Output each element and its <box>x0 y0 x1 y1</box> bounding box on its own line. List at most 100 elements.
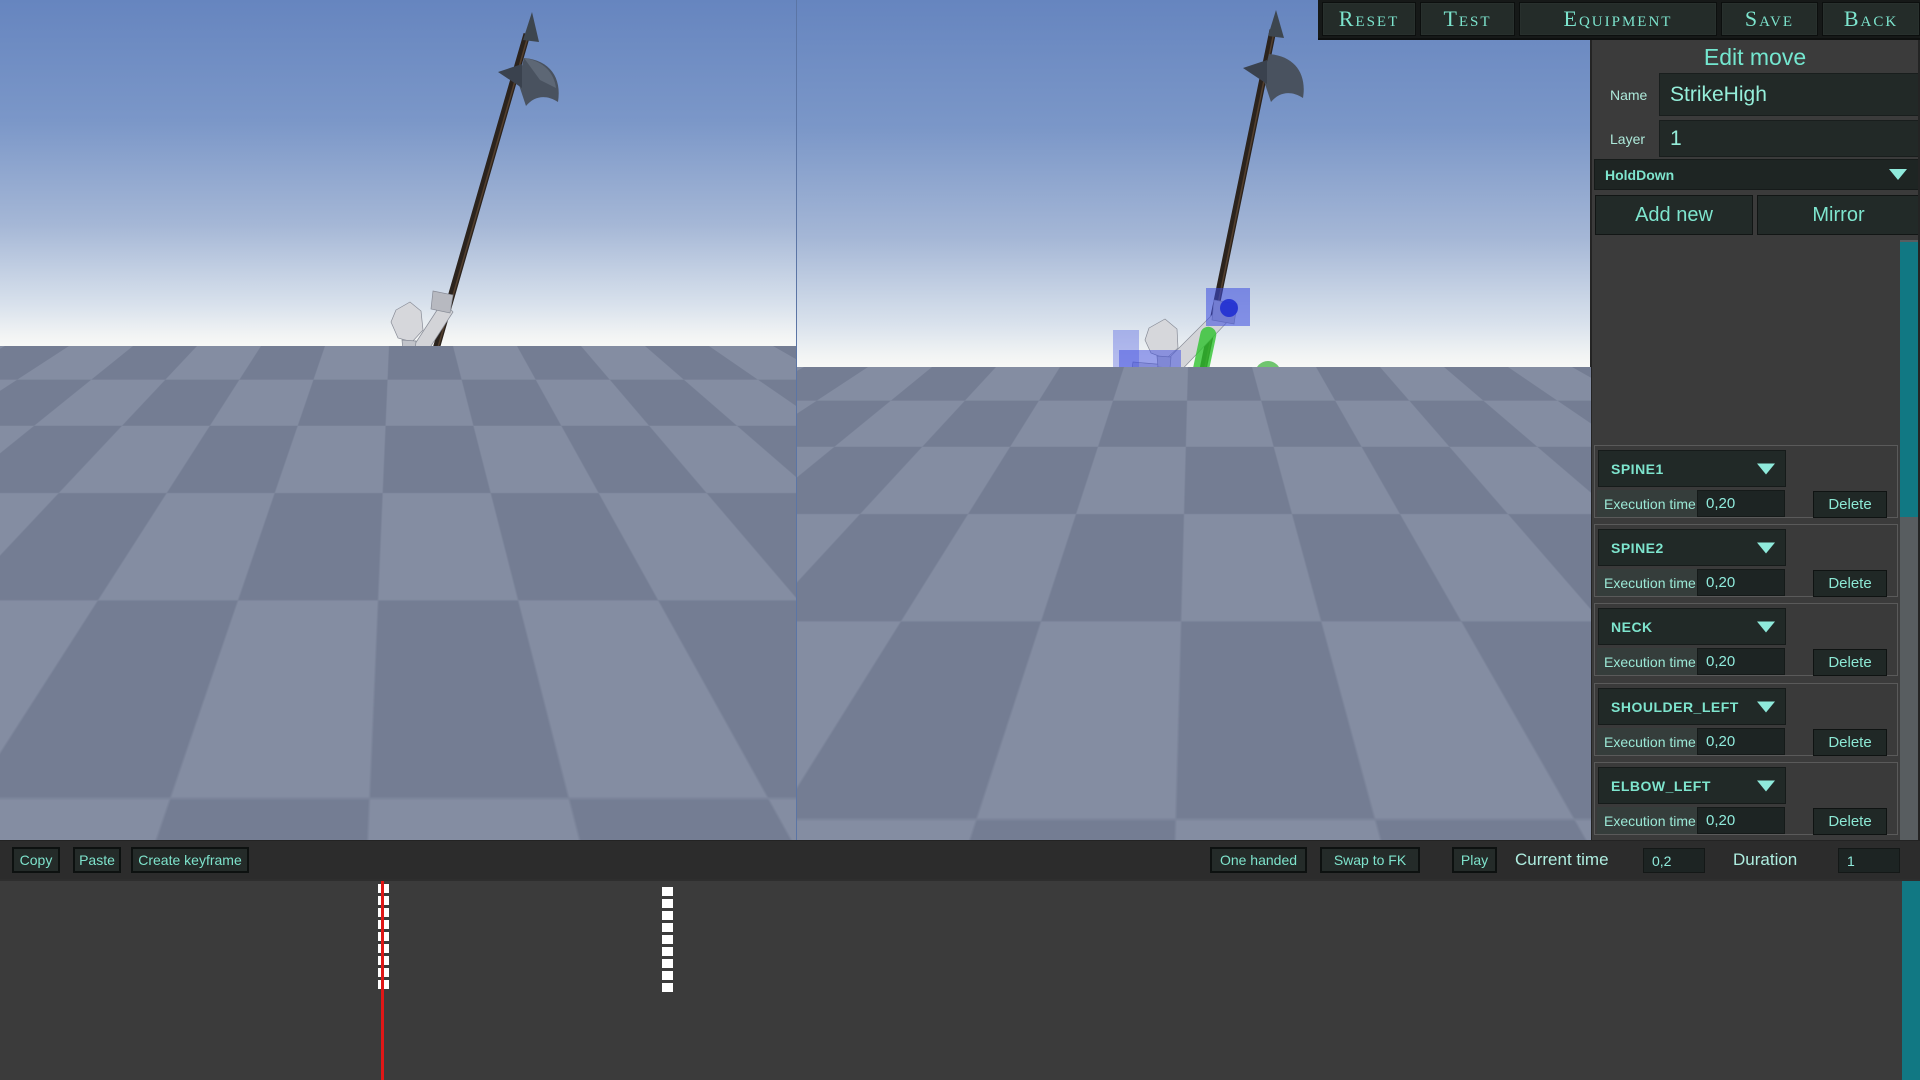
bone-name-label: NECK <box>1611 619 1653 635</box>
layer-row: Layer 1 <box>1592 120 1920 157</box>
keyframe-dash <box>662 899 673 908</box>
playhead[interactable] <box>381 881 384 1080</box>
test-button[interactable]: Test <box>1420 2 1515 36</box>
bone-name-label: SPINE2 <box>1611 540 1664 556</box>
keyframe-dash <box>662 887 673 896</box>
keyframe-dash <box>662 923 673 932</box>
play-button[interactable]: Play <box>1452 847 1497 873</box>
execution-time-label: Execution time <box>1597 648 1697 675</box>
name-input[interactable]: StrikeHigh <box>1659 73 1920 116</box>
character-preview <box>0 0 796 840</box>
keyframe-marker-2[interactable] <box>662 887 673 995</box>
keyframe-dash <box>662 935 673 944</box>
viewport-preview[interactable] <box>0 0 796 840</box>
bone-card: SPINE1 Execution time 0,20 Delete <box>1594 445 1898 518</box>
edit-move-panel: Edit move Name StrikeHigh Layer 1 HoldDo… <box>1590 38 1920 845</box>
current-time-label: Current time <box>1515 850 1609 870</box>
back-button[interactable]: Back <box>1822 2 1920 36</box>
gizmo-foot-sphere-right <box>1203 574 1223 594</box>
scrollbar-thumb[interactable] <box>1900 242 1918 517</box>
create-keyframe-button[interactable]: Create keyframe <box>131 847 249 873</box>
dropdown-arrow-icon <box>1757 542 1775 553</box>
duration-label: Duration <box>1733 850 1797 870</box>
execution-time-input[interactable]: 0,20 <box>1697 569 1785 596</box>
layer-input[interactable]: 1 <box>1659 120 1920 157</box>
execution-time-label: Execution time <box>1597 569 1697 596</box>
one-handed-button[interactable]: One handed <box>1210 847 1307 873</box>
delete-button[interactable]: Delete <box>1813 808 1887 835</box>
mannequin <box>351 291 468 544</box>
keyframe-dash <box>662 947 673 956</box>
execution-time-label: Execution time <box>1597 807 1697 834</box>
execution-time-input[interactable]: 0,20 <box>1697 728 1785 755</box>
bone-name-label: SHOULDER_LEFT <box>1611 699 1739 715</box>
target-sphere-yellow <box>1309 375 1333 399</box>
swap-to-fk-button[interactable]: Swap to FK <box>1320 847 1420 873</box>
bone-select-dropdown[interactable]: ELBOW_LEFT <box>1598 767 1786 804</box>
character-edit <box>797 0 1591 840</box>
bone-card: NECK Execution time 0,20 Delete <box>1594 603 1898 676</box>
dropdown-arrow-icon <box>1757 463 1775 474</box>
ground-direction-line <box>212 476 796 672</box>
name-label: Name <box>1610 87 1647 103</box>
bone-select-dropdown[interactable]: SPINE2 <box>1598 529 1786 566</box>
keyframe-dash <box>662 959 673 968</box>
target-sphere-red-lower <box>1161 536 1185 560</box>
bone-card: SHOULDER_LEFT Execution time 0,20 Delete <box>1594 683 1898 756</box>
bone-select-dropdown[interactable]: NECK <box>1598 608 1786 645</box>
bone-select-dropdown[interactable]: SHOULDER_LEFT <box>1598 688 1786 725</box>
current-time-input[interactable]: 0,2 <box>1643 848 1705 873</box>
gizmo-box-chest <box>1119 350 1181 402</box>
timeline[interactable] <box>0 878 1920 1080</box>
dropdown-arrow-icon <box>1757 621 1775 632</box>
delete-button[interactable]: Delete <box>1813 491 1887 518</box>
name-row: Name StrikeHigh <box>1592 73 1920 116</box>
keyframe-dash <box>662 911 673 920</box>
bone-select-dropdown[interactable]: SPINE1 <box>1598 450 1786 487</box>
gizmo-hand-lower-sphere <box>1187 428 1205 446</box>
move-type-value: HoldDown <box>1605 167 1674 183</box>
execution-time-input[interactable]: 0,20 <box>1697 807 1785 834</box>
dropdown-arrow-icon <box>1757 701 1775 712</box>
execution-time-label: Execution time <box>1597 490 1697 517</box>
bone-name-label: ELBOW_LEFT <box>1611 778 1711 794</box>
ik-gizmos <box>1036 288 1333 596</box>
execution-time-input[interactable]: 0,20 <box>1697 648 1785 675</box>
bone-name-label: SPINE1 <box>1611 461 1664 477</box>
animation-editor-app: Reset Test Equipment Save Back Edit move… <box>0 0 1920 1080</box>
viewport-edit[interactable] <box>796 0 1591 840</box>
add-new-button[interactable]: Add new <box>1595 195 1753 235</box>
mirror-button[interactable]: Mirror <box>1757 195 1920 235</box>
target-sphere-green-right <box>1255 361 1281 387</box>
delete-button[interactable]: Delete <box>1813 649 1887 676</box>
save-button[interactable]: Save <box>1721 2 1818 36</box>
bone-card: ELBOW_LEFT Execution time 0,20 Delete <box>1594 762 1898 835</box>
gizmo-hand-upper-sphere <box>1220 299 1238 317</box>
panel-title: Edit move <box>1592 44 1918 71</box>
target-sphere-red-right <box>1241 456 1265 480</box>
paste-button[interactable]: Paste <box>73 847 121 873</box>
keyframe-dash <box>662 983 673 992</box>
gizmo-box-pelvis <box>1104 428 1180 484</box>
duration-input[interactable]: 1 <box>1838 848 1900 873</box>
bone-list: SPINE1 Execution time 0,20 Delete SPINE2… <box>1592 240 1904 845</box>
bottom-toolbar: Copy Paste Create keyframe One handed Sw… <box>0 840 1920 879</box>
move-type-dropdown[interactable]: HoldDown <box>1594 159 1920 190</box>
timeline-end-bar[interactable] <box>1902 881 1920 1080</box>
dropdown-arrow-icon <box>1889 169 1907 180</box>
top-toolbar: Reset Test Equipment Save Back <box>1318 0 1920 40</box>
equipment-button[interactable]: Equipment <box>1519 2 1717 36</box>
delete-button[interactable]: Delete <box>1813 570 1887 597</box>
reset-button[interactable]: Reset <box>1322 2 1416 36</box>
execution-time-input[interactable]: 0,20 <box>1697 490 1785 517</box>
keyframe-dash <box>662 971 673 980</box>
dropdown-arrow-icon <box>1757 780 1775 791</box>
layer-label: Layer <box>1610 131 1645 147</box>
copy-button[interactable]: Copy <box>12 847 60 873</box>
bone-list-scrollbar[interactable] <box>1900 240 1918 845</box>
bone-card: SPINE2 Execution time 0,20 Delete <box>1594 524 1898 597</box>
gizmo-foot-sphere-left <box>1074 576 1094 596</box>
delete-button[interactable]: Delete <box>1813 729 1887 756</box>
execution-time-label: Execution time <box>1597 728 1697 755</box>
target-sphere-green-left <box>1036 434 1062 460</box>
